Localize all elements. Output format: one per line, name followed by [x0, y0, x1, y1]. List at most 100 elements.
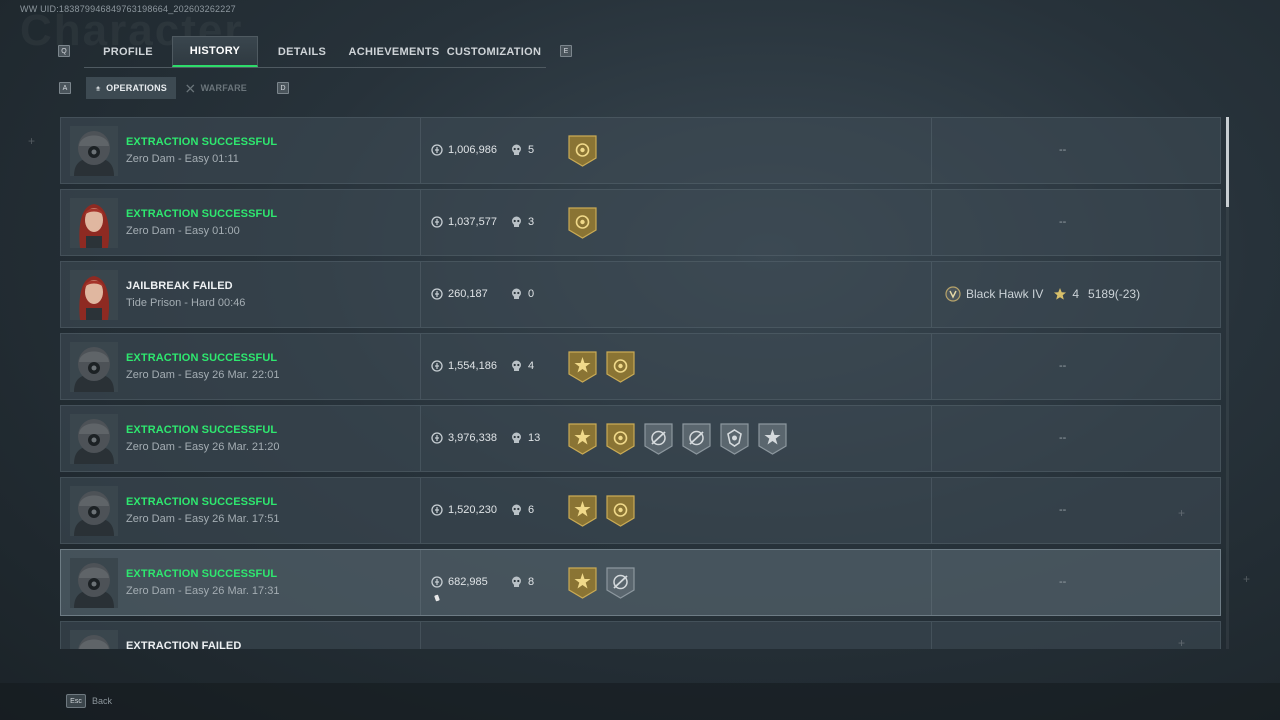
skull-icon — [512, 144, 521, 155]
operation-status: EXTRACTION SUCCESSFUL — [126, 424, 278, 436]
gold-star-badge-icon[interactable] — [567, 566, 598, 605]
gold-circle-badge-icon[interactable] — [605, 422, 636, 461]
column-divider — [420, 118, 421, 183]
gold-circle-badge-icon[interactable] — [567, 206, 598, 245]
column-divider — [931, 478, 932, 543]
tab-history[interactable]: HISTORY — [172, 36, 258, 67]
history-row[interactable]: EXTRACTION FAILED — [60, 621, 1221, 649]
silver-slash-badge-icon[interactable] — [605, 566, 636, 605]
operation-status: EXTRACTION SUCCESSFUL — [126, 568, 278, 580]
rank-placeholder: -- — [1059, 432, 1067, 444]
gold-circle-badge-icon[interactable] — [605, 494, 636, 533]
skull-icon — [512, 360, 521, 371]
bottom-bar — [0, 683, 1280, 720]
gold-star-badge-icon[interactable] — [567, 350, 598, 389]
value-text: 1,006,986 — [448, 144, 497, 156]
subtab-warfare-label: WARFARE — [200, 83, 247, 93]
rank-placeholder: -- — [1059, 576, 1067, 588]
skull-icon — [512, 576, 521, 587]
history-row[interactable]: EXTRACTION SUCCESSFUL Zero Dam - Easy 26 … — [60, 333, 1221, 400]
kills-text: 0 — [528, 288, 535, 300]
badge-list — [567, 134, 598, 173]
rank-stars: 4 — [1072, 287, 1080, 301]
history-row[interactable]: EXTRACTION SUCCESSFUL Zero Dam - Easy 26 … — [60, 549, 1221, 616]
user-uid: WW UID:183879946849763198664_20260326222… — [20, 4, 236, 14]
value-text: 1,520,230 — [448, 504, 497, 516]
tab-details[interactable]: DETAILS — [258, 36, 346, 67]
badge-list — [567, 422, 788, 461]
column-divider — [420, 262, 421, 327]
warfare-icon — [186, 84, 195, 92]
rank-placeholder: -- — [1059, 216, 1067, 228]
column-divider — [420, 478, 421, 543]
kill-count: 4 — [511, 360, 534, 372]
star-icon — [1054, 288, 1067, 300]
list-scrollbar[interactable] — [1226, 117, 1229, 649]
silver-star-badge-icon[interactable] — [757, 422, 788, 461]
rank-placeholder: -- — [1059, 360, 1067, 372]
next-tab-key-hint: E — [560, 45, 572, 57]
tab-customization[interactable]: CUSTOMIZATION — [442, 36, 546, 67]
skull-icon — [512, 288, 521, 299]
operator-avatar — [70, 558, 118, 608]
extraction-value: 3,976,338 — [431, 432, 497, 444]
operation-status: EXTRACTION SUCCESSFUL — [126, 208, 278, 220]
column-divider — [931, 622, 932, 649]
silver-slash-badge-icon[interactable] — [681, 422, 712, 461]
subtab-operations[interactable]: OPERATIONS — [86, 77, 176, 99]
gold-circle-badge-icon[interactable] — [605, 350, 636, 389]
coin-icon — [431, 576, 443, 588]
kill-count: 8 — [511, 576, 534, 588]
column-divider — [931, 262, 932, 327]
subtab-warfare[interactable]: WARFARE — [176, 77, 256, 99]
extraction-value: 260,187 — [431, 288, 488, 300]
gold-circle-badge-icon[interactable] — [567, 134, 598, 173]
history-row[interactable]: JAILBREAK FAILED Tide Prison - Hard 00:46… — [60, 261, 1221, 328]
column-divider — [420, 406, 421, 471]
rank-emblem-icon — [945, 286, 961, 302]
kills-text: 4 — [528, 360, 535, 372]
back-button-label[interactable]: Back — [92, 696, 112, 706]
kills-text: 6 — [528, 504, 535, 516]
map-difficulty-time: Zero Dam - Easy 26 Mar. 21:20 — [126, 441, 280, 453]
map-difficulty-time: Zero Dam - Easy 26 Mar. 22:01 — [126, 369, 280, 381]
column-divider — [931, 190, 932, 255]
map-difficulty-time: Zero Dam - Easy 26 Mar. 17:31 — [126, 585, 280, 597]
badge-list — [567, 350, 636, 389]
kill-count: 3 — [511, 216, 534, 228]
history-row[interactable]: EXTRACTION SUCCESSFUL Zero Dam - Easy 01:… — [60, 189, 1221, 256]
kill-count: 6 — [511, 504, 534, 516]
operation-status: EXTRACTION SUCCESSFUL — [126, 352, 278, 364]
coin-icon — [431, 504, 443, 516]
map-difficulty-time: Zero Dam - Easy 26 Mar. 17:51 — [126, 513, 280, 525]
coin-icon — [431, 216, 443, 228]
decor-plus: + — [1178, 506, 1186, 520]
silver-slash-badge-icon[interactable] — [643, 422, 674, 461]
column-divider — [931, 406, 932, 471]
history-row[interactable]: EXTRACTION SUCCESSFUL Zero Dam - Easy 01:… — [60, 117, 1221, 184]
tab-profile[interactable]: PROFILE — [84, 36, 172, 67]
decor-plus: + — [1178, 636, 1186, 650]
operation-status: JAILBREAK FAILED — [126, 280, 233, 292]
skull-icon — [512, 504, 521, 515]
silver-crest-badge-icon[interactable] — [719, 422, 750, 461]
operator-avatar — [70, 486, 118, 536]
extraction-value: 1,554,186 — [431, 360, 497, 372]
rank-name: Black Hawk IV — [966, 287, 1044, 301]
badge-list — [567, 206, 598, 245]
column-divider — [931, 550, 932, 615]
history-row[interactable]: EXTRACTION SUCCESSFUL Zero Dam - Easy 26 … — [60, 405, 1221, 472]
map-difficulty-time: Zero Dam - Easy 01:11 — [126, 153, 239, 165]
scrollbar-thumb[interactable] — [1226, 117, 1229, 207]
history-row[interactable]: EXTRACTION SUCCESSFUL Zero Dam - Easy 26 … — [60, 477, 1221, 544]
kills-text: 8 — [528, 576, 535, 588]
tab-achievements[interactable]: ACHIEVEMENTS — [346, 36, 442, 67]
sub-tabs: OPERATIONS WARFARE — [86, 77, 256, 99]
column-divider — [420, 622, 421, 649]
column-divider — [931, 118, 932, 183]
gold-star-badge-icon[interactable] — [567, 422, 598, 461]
esc-key-hint[interactable]: Esc — [66, 694, 86, 708]
extraction-value: 1,006,986 — [431, 144, 497, 156]
gold-star-badge-icon[interactable] — [567, 494, 598, 533]
column-divider — [420, 190, 421, 255]
